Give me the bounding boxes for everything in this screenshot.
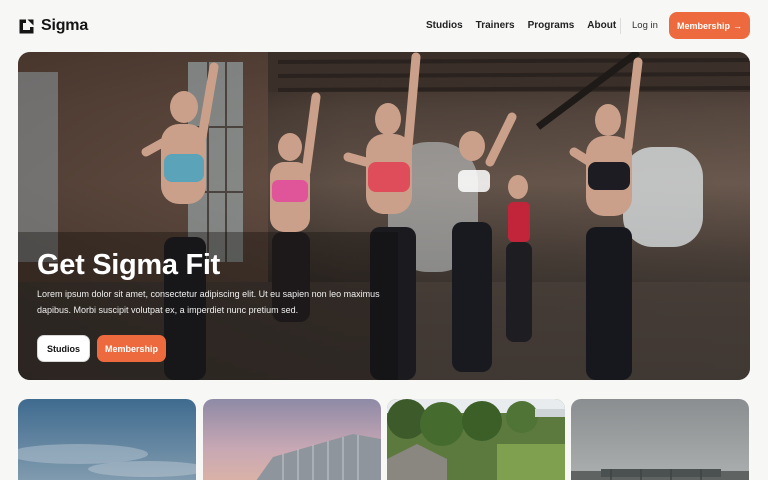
card-overcast-image [571,399,749,480]
card-sky[interactable] [18,399,196,480]
membership-button-label: Membership [676,20,730,31]
nav-item-programs[interactable]: Programs [528,18,575,34]
hero-membership-button[interactable]: Membership [97,335,167,362]
main-nav: Studios Trainers Programs About [426,18,616,34]
card-forest[interactable] [387,399,565,480]
logo-icon [19,19,34,33]
site-header: Sigma Studios Trainers Programs About Lo… [0,0,768,52]
membership-button[interactable]: Membership → [669,12,750,39]
arrow-right-icon: → [733,20,742,31]
hero-description: Lorem ipsum dolor sit amet, consectetur … [37,289,380,315]
card-forest-image [387,399,565,480]
studios-button[interactable]: Studios [37,335,90,362]
nav-item-studios[interactable]: Studios [426,18,463,34]
hero-title: Get Sigma Fit [37,249,221,281]
brand-name: Sigma [41,17,89,34]
card-overcast[interactable] [571,399,749,480]
hero-content: Get Sigma Fit Lorem ipsum dolor sit amet… [37,248,397,318]
brand-logo[interactable]: Sigma [18,16,88,36]
hero-buttons: Studios Membership [37,335,167,362]
hero-banner: Get Sigma Fit Lorem ipsum dolor sit amet… [18,52,750,380]
nav-divider [620,18,621,34]
hero-image [18,52,750,380]
nav-item-trainers[interactable]: Trainers [476,18,515,34]
nav-item-about[interactable]: About [587,18,616,34]
card-building[interactable] [203,399,381,480]
card-sky-image [18,399,196,480]
login-link[interactable]: Log in [632,18,658,34]
card-building-image [203,399,381,480]
